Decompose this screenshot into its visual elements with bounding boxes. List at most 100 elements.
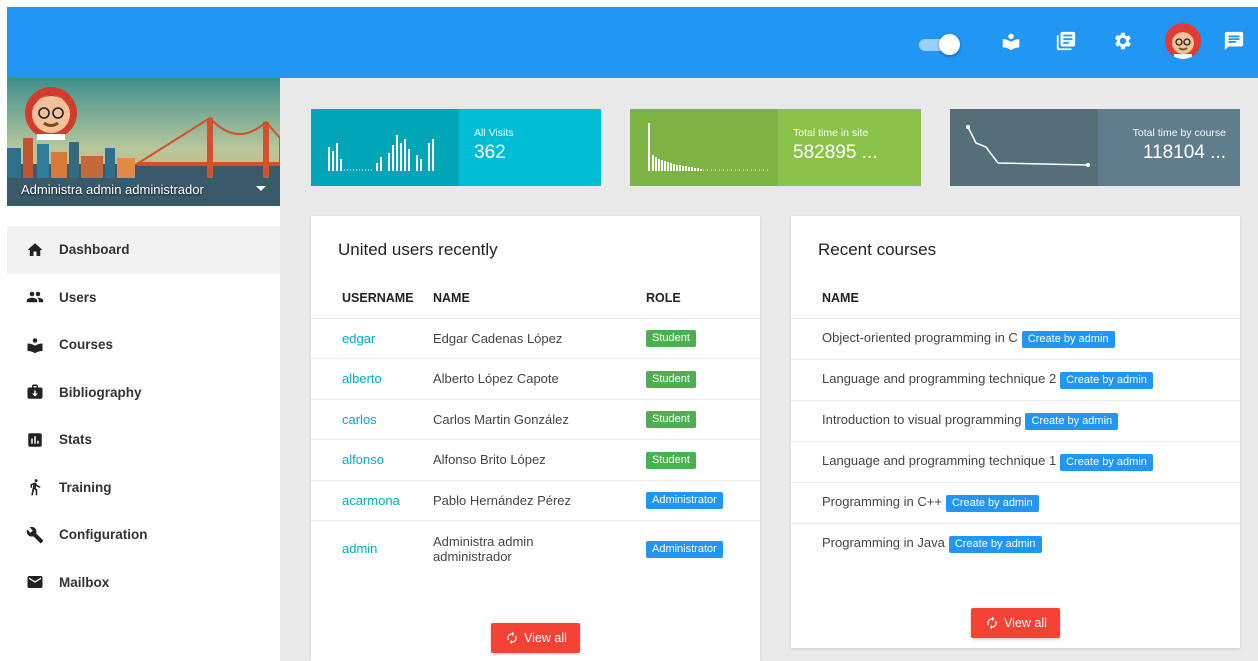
table-row[interactable]: alfonso Alfonso Brito López Student — [311, 439, 760, 481]
sidebar: Administra admin administrador Dashboard… — [7, 78, 280, 661]
wrench-icon — [25, 525, 45, 545]
table-row[interactable]: alberto Alberto López Capote Student — [311, 358, 760, 400]
column-header-username: USERNAME — [311, 278, 433, 319]
username-link[interactable]: alberto — [311, 358, 433, 400]
sidebar-item-label: Users — [59, 289, 97, 305]
stats-icon — [25, 430, 45, 450]
card-title: Recent courses — [818, 240, 937, 259]
table-row[interactable]: admin Administra admin administrador Adm… — [311, 521, 760, 577]
user-full-name: Carlos Martin González — [433, 399, 646, 440]
user-full-name: Alberto López Capote — [433, 358, 646, 400]
stat-card-time-in-site[interactable]: Total time in site 582895 ... — [630, 109, 921, 186]
course-name[interactable]: Language and programming technique 1 — [822, 453, 1056, 468]
button-label: View all — [524, 631, 567, 645]
course-name[interactable]: Programming in C++ — [822, 494, 942, 509]
settings-icon[interactable] — [1110, 29, 1134, 53]
role-badge: Administrator — [646, 492, 723, 510]
user-full-name: Alfonso Brito López — [433, 439, 646, 481]
sidebar-nav: Dashboard Users Courses Bibliography Sta… — [7, 226, 280, 606]
visits-sparkline — [311, 109, 459, 186]
user-avatar[interactable] — [1165, 23, 1201, 59]
creator-badge: Create by admin — [1021, 330, 1115, 348]
role-badge: Student — [646, 451, 696, 469]
table-row[interactable]: Introduction to visual programming Create… — [791, 400, 1240, 442]
time-in-site-sparkline — [630, 109, 778, 186]
role-badge: Administrator — [646, 540, 723, 558]
course-name[interactable]: Language and programming technique 2 — [822, 371, 1056, 386]
sidebar-item-bibliography[interactable]: Bibliography — [7, 369, 280, 417]
sidebar-item-dashboard[interactable]: Dashboard — [7, 226, 280, 274]
stat-value: 582895 ... — [793, 142, 878, 163]
table-row[interactable]: acarmona Pablo Hernández Pérez Administr… — [311, 480, 760, 521]
briefcase-icon — [25, 382, 45, 402]
sidebar-item-label: Configuration — [59, 527, 148, 543]
users-table: USERNAME NAME ROLE edgar Edgar Cadenas L… — [311, 278, 760, 577]
username-link[interactable]: alfonso — [311, 439, 433, 481]
sidebar-item-label: Bibliography — [59, 384, 142, 400]
mail-icon — [25, 572, 45, 592]
profile-name[interactable]: Administra admin administrador — [7, 178, 280, 200]
stat-value: 362 — [474, 142, 506, 163]
username-link[interactable]: acarmona — [311, 480, 433, 521]
table-row[interactable]: edgar Edgar Cadenas López Student — [311, 318, 760, 359]
stat-label: All Visits — [474, 127, 514, 139]
user-full-name: Edgar Cadenas López — [433, 318, 646, 359]
chat-icon[interactable] — [1222, 29, 1246, 53]
course-name[interactable]: Introduction to visual programming — [822, 412, 1021, 427]
sidebar-item-training[interactable]: Training — [7, 464, 280, 512]
top-app-bar — [7, 7, 1258, 78]
view-all-users-button[interactable]: View all — [491, 623, 580, 653]
creator-badge: Create by admin — [1025, 412, 1119, 430]
course-name[interactable]: Programming in Java — [822, 535, 945, 550]
table-row[interactable]: Language and programming technique 2 Crea… — [791, 359, 1240, 401]
main-content: All Visits 362 Total time in site 582895… — [280, 78, 1258, 661]
run-icon — [25, 477, 45, 497]
card-title: United users recently — [338, 240, 498, 259]
course-name[interactable]: Object-oriented programming in C — [822, 330, 1018, 345]
sidebar-item-stats[interactable]: Stats — [7, 416, 280, 464]
creator-badge: Create by admin — [1060, 453, 1153, 471]
sidebar-item-configuration[interactable]: Configuration — [7, 511, 280, 559]
username-link[interactable]: carlos — [311, 399, 433, 440]
sidebar-item-mailbox[interactable]: Mailbox — [7, 559, 280, 607]
creator-badge: Create by admin — [945, 494, 1039, 512]
courses-icon[interactable] — [999, 29, 1023, 53]
username-link[interactable]: edgar — [311, 318, 433, 359]
sidebar-item-label: Courses — [59, 337, 114, 353]
table-row[interactable]: carlos Carlos Martin González Student — [311, 399, 760, 440]
button-label: View all — [1004, 616, 1047, 630]
sidebar-item-label: Training — [59, 479, 112, 495]
column-header-role: ROLE — [646, 278, 760, 319]
library-icon[interactable] — [1054, 29, 1078, 53]
role-badge: Student — [646, 330, 696, 348]
stat-card-time-by-course[interactable]: Total time by course 118104 ... — [950, 109, 1240, 186]
sidebar-item-courses[interactable]: Courses — [7, 321, 280, 369]
sidebar-item-label: Dashboard — [59, 242, 130, 258]
sidebar-item-users[interactable]: Users — [7, 274, 280, 322]
table-row[interactable]: Language and programming technique 1 Crea… — [791, 441, 1240, 483]
chevron-down-icon[interactable] — [256, 186, 266, 191]
creator-badge: Create by admin — [948, 535, 1042, 553]
time-by-course-sparkline — [950, 109, 1098, 186]
courses-icon — [25, 335, 45, 355]
view-all-courses-button[interactable]: View all — [971, 608, 1060, 638]
creator-badge: Create by admin — [1060, 371, 1153, 389]
stat-label: Total time by course — [1132, 127, 1226, 139]
table-row[interactable]: Programming in C++ Create by admin — [791, 482, 1240, 524]
username-link[interactable]: admin — [311, 521, 433, 577]
table-row[interactable]: Programming in Java Create by admin — [791, 523, 1240, 564]
refresh-icon — [987, 616, 997, 630]
courses-table: NAME Object-oriented programming in C Cre… — [791, 278, 1240, 564]
table-row[interactable]: Object-oriented programming in C Create b… — [791, 318, 1240, 360]
recent-users-card: United users recently USERNAME NAME ROLE… — [311, 216, 760, 661]
recent-courses-card: Recent courses NAME Object-oriented prog… — [791, 216, 1240, 648]
stat-card-visits[interactable]: All Visits 362 — [311, 109, 601, 186]
user-full-name: Pablo Hernández Pérez — [433, 480, 646, 521]
table-header-row: USERNAME NAME ROLE — [311, 278, 760, 319]
user-full-name: Administra admin administrador — [433, 533, 534, 564]
table-header-row: NAME — [791, 278, 1240, 319]
sidebar-item-label: Mailbox — [59, 574, 110, 590]
toggle-switch[interactable] — [919, 34, 960, 55]
column-header-name: NAME — [433, 278, 646, 319]
users-icon — [25, 287, 45, 307]
